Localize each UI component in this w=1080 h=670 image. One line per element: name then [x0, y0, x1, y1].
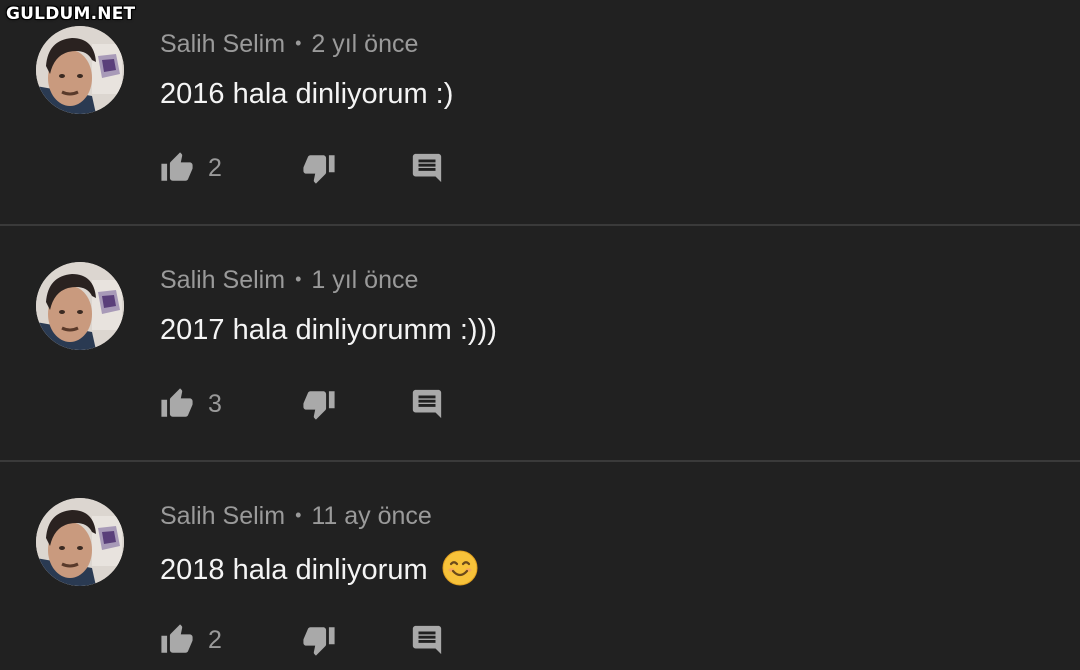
thumbs-down-icon: [303, 627, 335, 656]
avatar[interactable]: [36, 498, 124, 586]
like-count: 2: [208, 625, 222, 654]
comment-text-content: 2018 hala dinliyorum: [160, 554, 428, 586]
like-button[interactable]: 2: [160, 620, 222, 660]
comment-item: Salih Selim • 11 ay önce 2018 hala dinliyo…: [0, 472, 1080, 670]
avatar-photo: [36, 262, 124, 350]
like-count: 3: [208, 389, 222, 418]
divider: [0, 224, 1080, 226]
author-name[interactable]: Salih Selim: [160, 266, 285, 294]
reply-button[interactable]: [410, 384, 444, 424]
comment-text: 2017 hala dinliyorumm :))): [160, 314, 497, 347]
thumbs-up-icon: [161, 388, 193, 417]
reply-button[interactable]: [410, 148, 444, 188]
comment-meta: Salih Selim • 11 ay önce: [160, 502, 432, 531]
thumbs-up-icon: [161, 624, 193, 653]
thumbs-up-icon: [161, 152, 193, 181]
comment-text-content: 2017 hala dinliyorumm :))): [160, 314, 497, 346]
comment-reply-icon: [412, 153, 442, 183]
timestamp[interactable]: 11 ay önce: [311, 502, 431, 530]
comments-page: GULDUM.NET Salih Selim • 2 yıl önce 2016 h…: [0, 0, 1080, 670]
comment-meta: Salih Selim • 2 yıl önce: [160, 30, 418, 59]
avatar-photo: [36, 498, 124, 586]
author-name[interactable]: Salih Selim: [160, 30, 285, 58]
comment-text: 2016 hala dinliyorum :): [160, 78, 453, 111]
avatar-photo: [36, 26, 124, 114]
comment-item: Salih Selim • 2 yıl önce 2016 hala dinliyo…: [0, 0, 1080, 225]
timestamp[interactable]: 2 yıl önce: [311, 30, 418, 58]
comment-meta: Salih Selim • 1 yıl önce: [160, 266, 418, 295]
dislike-button[interactable]: [302, 384, 336, 424]
site-watermark: GULDUM.NET: [6, 4, 136, 24]
separator-dot: •: [295, 505, 302, 525]
separator-dot: •: [295, 33, 302, 53]
timestamp[interactable]: 1 yıl önce: [311, 266, 418, 294]
comment-reply-icon: [412, 389, 442, 419]
divider: [0, 460, 1080, 462]
comment-text-content: 2016 hala dinliyorum :): [160, 78, 454, 110]
dislike-button[interactable]: [302, 620, 336, 660]
separator-dot: •: [295, 269, 302, 289]
dislike-button[interactable]: [302, 148, 336, 188]
comment-item: Salih Selim • 1 yıl önce 2017 hala dinliyo…: [0, 236, 1080, 461]
avatar[interactable]: [36, 26, 124, 114]
comment-reply-icon: [412, 625, 442, 655]
avatar[interactable]: [36, 262, 124, 350]
like-count: 2: [208, 153, 222, 182]
like-button[interactable]: 3: [160, 384, 222, 424]
author-name[interactable]: Salih Selim: [160, 502, 285, 530]
thumbs-down-icon: [303, 155, 335, 184]
reply-button[interactable]: [410, 620, 444, 660]
smiling-face-emoji: [442, 550, 478, 586]
thumbs-down-icon: [303, 391, 335, 420]
like-button[interactable]: 2: [160, 148, 222, 188]
comment-text: 2018 hala dinliyorum: [160, 550, 478, 587]
